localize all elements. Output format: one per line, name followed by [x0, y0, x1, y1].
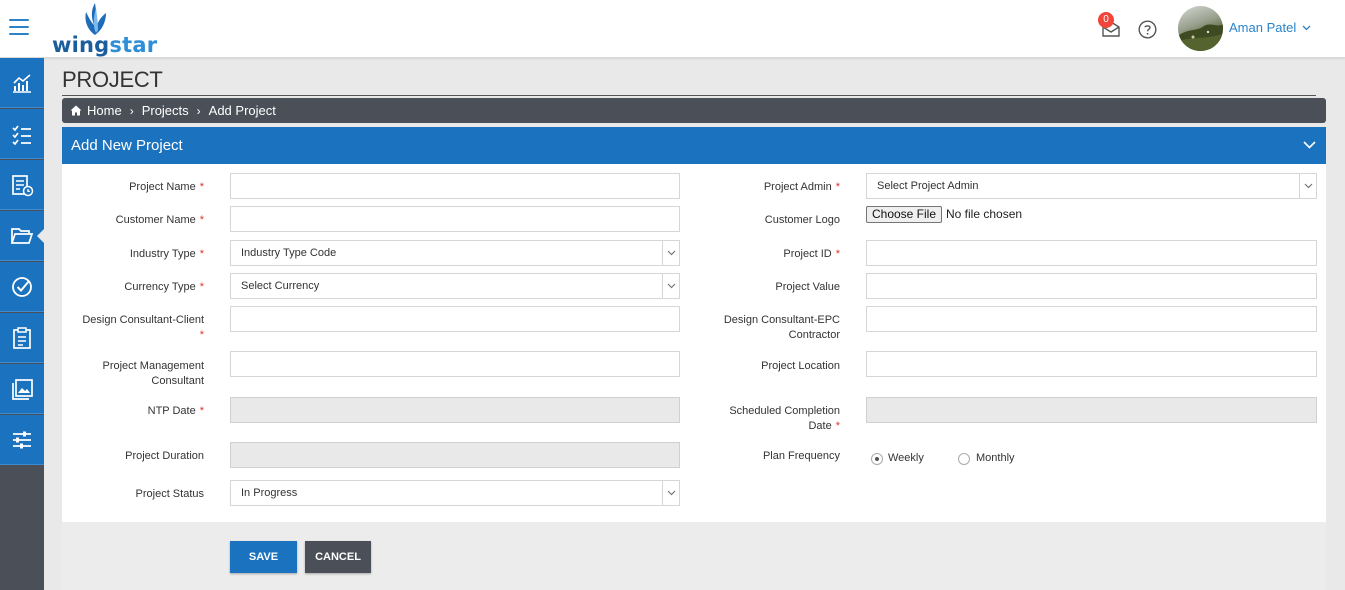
industry-type-select[interactable]: Industry Type Code [230, 240, 680, 266]
check-circle-icon [12, 276, 32, 297]
chevron-down-icon [667, 250, 675, 256]
chevron-down-icon [667, 283, 675, 289]
industry-type-label: Industry Type * [129, 248, 204, 260]
design-consultant-client-input[interactable] [230, 306, 680, 332]
project-admin-label: Project Admin * [763, 181, 840, 193]
scheduled-completion-input[interactable] [866, 397, 1317, 423]
ntp-date-input[interactable] [230, 397, 680, 423]
customer-name-input[interactable] [230, 206, 680, 232]
active-indicator [37, 228, 45, 244]
scheduled-completion-label: Scheduled Completion Date * [729, 405, 840, 432]
project-name-input[interactable] [230, 173, 680, 199]
project-duration-label: Project Duration [125, 450, 204, 462]
file-status: No file chosen [946, 207, 1023, 221]
ntp-date-label: NTP Date * [147, 405, 204, 417]
title-divider [62, 95, 1316, 96]
breadcrumb-current: Add Project [208, 103, 276, 118]
project-id-input[interactable] [866, 240, 1317, 266]
panel-title: Add New Project [71, 137, 183, 154]
logo-text: wingstar [52, 33, 158, 57]
weekly-radio[interactable] [871, 453, 883, 465]
analytics-chart-icon [13, 73, 31, 93]
chevron-down-icon [1304, 183, 1312, 189]
home-icon[interactable] [70, 105, 82, 116]
sidebar-item-tasks[interactable] [0, 109, 44, 159]
project-admin-select[interactable]: Select Project Admin [866, 173, 1317, 199]
checklist-icon [12, 124, 31, 145]
currency-type-select[interactable]: Select Currency [230, 273, 680, 299]
breadcrumb: Home › Projects › Add Project [62, 98, 1326, 123]
cancel-button[interactable]: CANCEL [305, 541, 371, 573]
project-management-consultant-label: Project Management Consultant [102, 360, 205, 387]
sidebar-item-approvals[interactable] [0, 262, 44, 312]
industry-type-value: Industry Type Code [241, 247, 337, 259]
sidebar-item-dashboard[interactable] [0, 58, 44, 108]
page-title: PROJECT [62, 67, 163, 92]
avatar[interactable] [1178, 6, 1223, 51]
breadcrumb-projects[interactable]: Projects [142, 103, 189, 118]
design-consultant-epc-input[interactable] [866, 306, 1317, 332]
wing-logo-icon [85, 3, 106, 35]
chevron-down-icon [667, 490, 675, 496]
save-button[interactable]: SAVE [230, 541, 297, 573]
folder-open-icon [10, 227, 34, 244]
sidebar-item-clipboard[interactable] [0, 313, 44, 363]
currency-type-value: Select Currency [241, 280, 320, 292]
sidebar-item-reports[interactable] [0, 160, 44, 210]
sliders-icon [13, 431, 31, 448]
sidebar-item-settings[interactable] [0, 415, 44, 465]
project-management-consultant-input[interactable] [230, 351, 680, 377]
project-status-label: Project Status [135, 488, 204, 500]
notification-badge: 0 [1098, 12, 1114, 28]
menu-icon[interactable] [9, 19, 29, 35]
top-bar: wingstar 0 Aman Patel [0, 0, 1345, 58]
project-name-label: Project Name * [129, 181, 204, 193]
project-value-label: Project Value [775, 281, 840, 293]
collapse-chevron-icon[interactable] [1303, 141, 1316, 149]
plan-frequency-label: Plan Frequency [762, 450, 840, 462]
currency-type-label: Currency Type * [124, 281, 204, 293]
chevron-down-icon[interactable] [1302, 25, 1311, 31]
sidebar-item-gallery[interactable] [0, 364, 44, 414]
design-consultant-epc-label: Design Consultant-EPC Contractor [723, 314, 840, 341]
project-status-select[interactable]: In Progress [230, 480, 680, 506]
user-name[interactable]: Aman Patel [1229, 20, 1296, 35]
breadcrumb-home[interactable]: Home [87, 103, 122, 118]
monthly-radio[interactable] [958, 453, 970, 465]
chevron-right-icon: › [196, 103, 201, 118]
design-consultant-client-label: Design Consultant-Client * [82, 314, 204, 341]
project-status-value: In Progress [241, 487, 298, 499]
sidebar [0, 58, 45, 590]
project-id-label: Project ID * [783, 248, 840, 260]
panel-header: Add New Project [62, 127, 1326, 164]
project-location-label: Project Location [761, 360, 840, 372]
help-icon[interactable] [1138, 20, 1157, 39]
chevron-right-icon: › [129, 103, 134, 118]
gallery-icon [12, 378, 33, 400]
project-duration-input[interactable] [230, 442, 680, 468]
project-location-input[interactable] [866, 351, 1317, 377]
monthly-radio-label[interactable]: Monthly [976, 452, 1015, 464]
customer-name-label: Customer Name * [115, 214, 204, 226]
project-admin-value: Select Project Admin [877, 180, 979, 192]
customer-logo-label: Customer Logo [764, 214, 840, 226]
choose-file-button[interactable]: Choose File [866, 206, 942, 223]
weekly-radio-label[interactable]: Weekly [888, 452, 924, 464]
logo[interactable]: wingstar [52, 2, 157, 57]
report-clock-icon [12, 174, 34, 196]
project-value-input[interactable] [866, 273, 1317, 299]
clipboard-icon [13, 326, 31, 349]
